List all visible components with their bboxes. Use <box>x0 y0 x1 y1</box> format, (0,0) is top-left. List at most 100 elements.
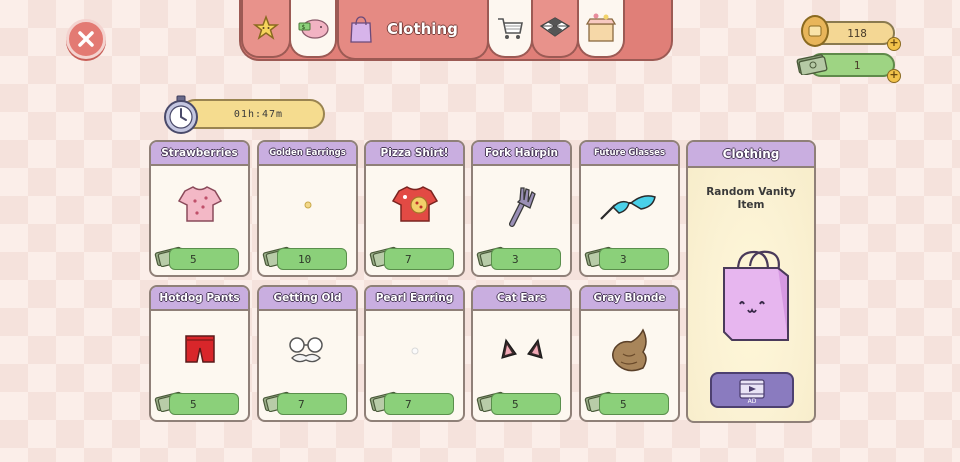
item-name: Cat Ears <box>496 292 547 304</box>
shopping-cart-icon <box>498 18 523 39</box>
cash-icon <box>796 54 828 75</box>
item-art <box>581 311 678 389</box>
item-name: Gray Blonde <box>593 292 666 304</box>
item-name: Future Glasses <box>593 148 666 158</box>
shop-item-cat-ears[interactable]: Cat Ears 5 <box>471 285 572 422</box>
price-tag: 7 <box>384 393 454 415</box>
item-price: 7 <box>298 397 305 411</box>
item-price: 7 <box>405 252 412 266</box>
svg-text:$: $ <box>302 24 306 31</box>
hair-icon <box>611 328 647 372</box>
item-header: Strawberries <box>151 142 248 166</box>
item-art <box>151 311 248 389</box>
item-name: Hotdog Pants <box>159 292 240 304</box>
price-tag: 3 <box>491 248 561 270</box>
shop-item-getting-old[interactable]: Getting Old 7 <box>257 285 358 422</box>
timer-value: 01h:47m <box>233 108 284 120</box>
gift-box-icon <box>585 13 617 42</box>
item-art <box>473 166 570 244</box>
shop-item-hotdog-pants[interactable]: Hotdog Pants 5 <box>149 285 250 422</box>
shop-item-strawberries[interactable]: Strawberries 5 <box>149 140 250 277</box>
item-art <box>259 166 356 244</box>
price-tag: 5 <box>169 393 239 415</box>
tab-savings[interactable]: $ <box>289 0 337 58</box>
feature-description: Random Vanity Item <box>688 186 814 212</box>
item-name: Getting Old <box>273 292 342 304</box>
item-art <box>151 166 248 244</box>
price-tag: 7 <box>277 393 347 415</box>
coin-icon <box>801 15 829 47</box>
shop-item-pizza-shirt[interactable]: Pizza Shirt! 7 <box>364 140 465 277</box>
add-cash-button[interactable]: + <box>887 69 901 83</box>
category-tabbar: $ Clothing <box>239 0 673 61</box>
star-icon <box>252 14 280 40</box>
item-header: Pearl Earring <box>366 287 463 311</box>
tab-furniture[interactable] <box>487 0 533 58</box>
item-art <box>366 166 463 244</box>
shop-item-golden-earrings[interactable]: Golden Earrings 10 <box>257 140 358 277</box>
item-header: Hotdog Pants <box>151 287 248 311</box>
item-price: 5 <box>620 397 627 411</box>
fork-hairpin-icon <box>508 187 536 227</box>
strawberry-shirt-icon <box>177 186 222 222</box>
item-name: Strawberries <box>161 147 238 159</box>
ad-label: AD <box>747 398 757 405</box>
item-price: 3 <box>512 252 519 266</box>
item-price: 7 <box>405 397 412 411</box>
item-header: Fork Hairpin <box>473 142 570 166</box>
tab-favorites[interactable] <box>241 0 291 58</box>
item-art <box>366 311 463 389</box>
shop-item-fork-hairpin[interactable]: Fork Hairpin 3 <box>471 140 572 277</box>
item-price: 10 <box>298 252 312 266</box>
pants-icon <box>184 335 215 363</box>
price-tag: 5 <box>169 248 239 270</box>
coin-amount: 118 <box>847 26 867 40</box>
random-item-card[interactable]: Clothing Random Vanity Item AD <box>686 140 816 423</box>
item-name: Pearl Earring <box>375 292 454 304</box>
golden-earring-icon <box>304 201 311 209</box>
mystery-bag-icon <box>723 250 789 341</box>
feature-header: Clothing <box>688 142 814 168</box>
item-name: Golden Earrings <box>269 148 346 158</box>
cat-ears-icon <box>500 338 543 359</box>
tab-clothing[interactable]: Clothing <box>337 0 489 60</box>
price-tag: 5 <box>599 393 669 415</box>
feature-description-line1: Random Vanity <box>706 186 796 198</box>
shop-item-gray-blonde[interactable]: Gray Blonde 5 <box>579 285 680 422</box>
item-header: Gray Blonde <box>581 287 678 311</box>
item-price: 5 <box>190 252 197 266</box>
item-art <box>473 311 570 389</box>
shop-item-future-glasses[interactable]: Future Glasses 3 <box>579 140 680 277</box>
tiles-icon <box>539 17 571 37</box>
stopwatch-icon <box>164 95 198 134</box>
price-tag: 3 <box>599 248 669 270</box>
item-header: Getting Old <box>259 287 356 311</box>
item-header: Cat Ears <box>473 287 570 311</box>
item-header: Future Glasses <box>581 142 678 166</box>
close-button[interactable] <box>66 19 106 59</box>
mustache-glasses-icon <box>288 337 323 363</box>
item-price: 5 <box>512 397 519 411</box>
item-art <box>581 166 678 244</box>
tab-clothing-label: Clothing <box>387 20 458 38</box>
item-name: Fork Hairpin <box>484 147 559 159</box>
tab-flooring[interactable] <box>531 0 579 58</box>
price-tag: 5 <box>491 393 561 415</box>
piggy-bank-icon: $ <box>298 19 329 39</box>
add-coins-button[interactable]: + <box>887 37 901 51</box>
item-price: 3 <box>620 252 627 266</box>
shop-item-pearl-earring[interactable]: Pearl Earring 7 <box>364 285 465 422</box>
tab-gifts[interactable] <box>577 0 625 58</box>
price-tag: 7 <box>384 248 454 270</box>
watch-ad-button[interactable]: AD <box>710 372 794 408</box>
feature-title: Clothing <box>722 147 780 161</box>
close-icon <box>78 31 94 47</box>
item-art <box>259 311 356 389</box>
glasses-icon <box>599 195 656 220</box>
item-header: Golden Earrings <box>259 142 356 166</box>
cash-amount: 1 <box>853 58 861 72</box>
item-price: 5 <box>190 397 197 411</box>
feature-description-line2: Item <box>737 199 765 211</box>
price-tag: 10 <box>277 248 347 270</box>
item-header: Pizza Shirt! <box>366 142 463 166</box>
